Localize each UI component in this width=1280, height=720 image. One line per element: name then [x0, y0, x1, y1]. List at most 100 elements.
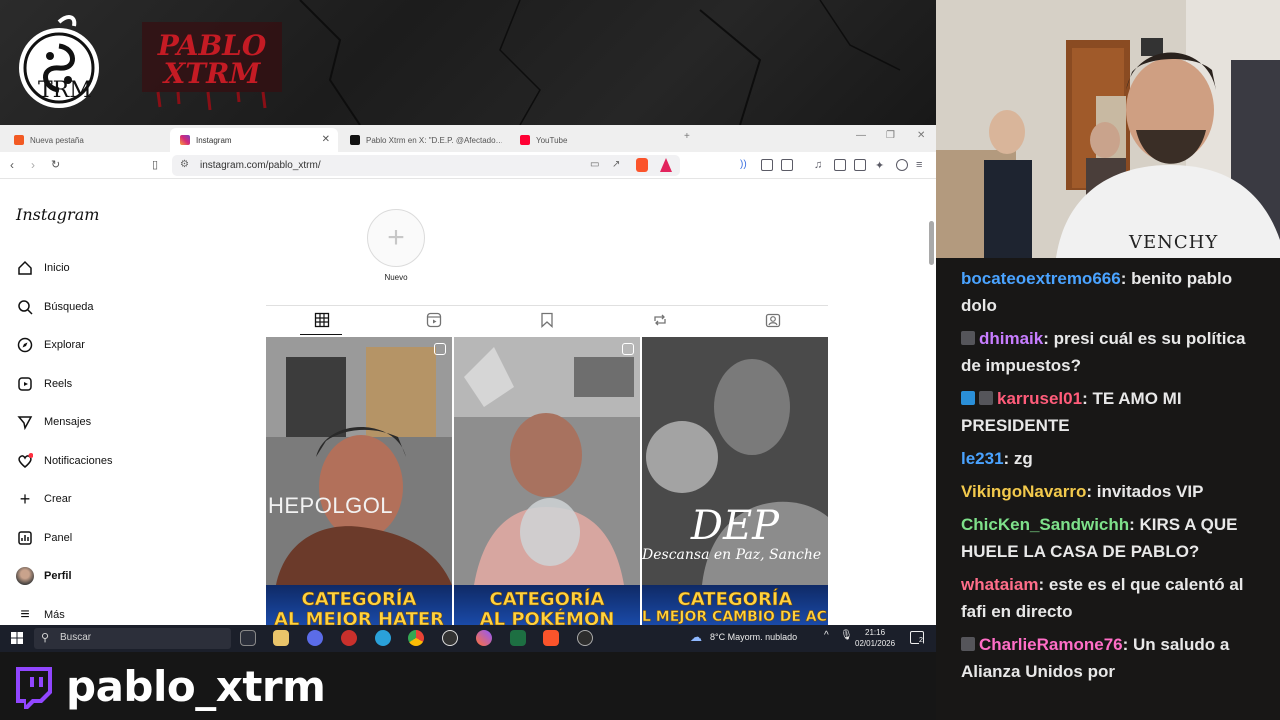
windows-taskbar: ⚲ Buscar ☁ 8°C Mayorm. nublado ^ 🎙 21:16… [0, 625, 936, 652]
post-thumbnail[interactable]: HEPOLGOL [266, 337, 452, 585]
tab-label: Nueva pestaña [30, 135, 84, 145]
app-icon[interactable] [341, 630, 357, 646]
share-icon[interactable]: ↗ [612, 159, 620, 170]
badge-icon [961, 331, 975, 345]
chat-username[interactable]: whataiam [961, 575, 1038, 594]
taskbar-search[interactable]: ⚲ Buscar [34, 628, 231, 649]
media-player-icon[interactable] [442, 630, 458, 646]
obs-icon[interactable] [577, 630, 593, 646]
cast-icon[interactable]: ▭ [590, 159, 599, 170]
nav-label: Crear [44, 493, 72, 505]
banner-text: CATEGORÍA [489, 589, 605, 611]
site-settings-icon[interactable]: ⚙ [180, 159, 189, 170]
weather-text[interactable]: 8°C Mayorm. nublado [710, 632, 797, 642]
tray-chevron-icon[interactable]: ^ [824, 630, 829, 641]
chart-icon [16, 529, 34, 547]
chat-username[interactable]: le231 [961, 449, 1004, 468]
taskbar-clock[interactable]: 21:16 02/01/2026 [855, 627, 895, 649]
nav-item-explorar[interactable]: Explorar [16, 334, 85, 356]
logo-title-text: PABLO XTRM [157, 29, 267, 90]
url-bar[interactable]: ⚙ instagram.com/pablo_xtrm/ ▭ ↗ [172, 155, 680, 176]
leo-icon[interactable]: )) [740, 159, 752, 171]
excel-icon[interactable] [510, 630, 526, 646]
tagged-icon[interactable] [765, 312, 781, 328]
nav-item-notificaciones[interactable]: Notificaciones [16, 450, 112, 472]
wallet-icon[interactable] [781, 159, 793, 171]
tab-youtube[interactable]: YouTube [510, 128, 678, 152]
forward-icon[interactable]: › [31, 158, 35, 172]
instagram-icon [180, 135, 190, 145]
instagram-logo[interactable]: Instagram [16, 205, 99, 224]
bookmark-icon[interactable]: ▯ [152, 158, 158, 171]
chat-username[interactable]: ChicKen_Sandwichh [961, 515, 1129, 534]
post-thumbnail[interactable]: CATEGORÍA AL MEJOR HATER [266, 585, 452, 625]
post-thumbnail[interactable]: CATEGORÍA L MEJOR CAMBIO DE ACEIT [642, 585, 828, 625]
reposts-icon[interactable] [652, 312, 668, 328]
nav-item-reels[interactable]: Reels [16, 373, 72, 395]
new-highlight-button[interactable]: + [367, 209, 425, 267]
tab-x[interactable]: Pablo Xtrm en X: "D.E.P. @Afectado… [340, 128, 508, 152]
page-scrollbar[interactable] [929, 221, 934, 265]
banner-text: CATEGORÍA [677, 589, 793, 611]
windows-start-icon[interactable] [11, 632, 23, 644]
saved-icon[interactable] [539, 312, 555, 328]
nav-item-mensajes[interactable]: Mensajes [16, 411, 91, 433]
sidebar-icon[interactable] [834, 159, 846, 171]
vpn-icon[interactable] [896, 159, 908, 171]
task-view-icon[interactable] [240, 630, 256, 646]
brave-shields-icon[interactable] [636, 158, 648, 172]
chat-message: whataiam: este es el que calentó al fafi… [936, 571, 1280, 625]
close-icon[interactable]: ✕ [322, 134, 330, 145]
chat-username[interactable]: bocateoextremo666 [961, 269, 1121, 288]
chat-message: ChicKen_Sandwichh: KIRS A QUE HUELE LA C… [936, 511, 1280, 565]
maximize-icon[interactable]: ❐ [886, 130, 895, 141]
address-toolbar: ‹ › ↻ ▯ ⚙ instagram.com/pablo_xtrm/ ▭ ↗ … [0, 152, 936, 179]
file-explorer-icon[interactable] [273, 630, 289, 646]
chat-username[interactable]: VikingoNavarro [961, 482, 1086, 501]
wallet-icon[interactable] [854, 159, 866, 171]
nav-label: Perfil [44, 570, 72, 582]
new-highlight-label: Nuevo [384, 273, 408, 282]
ai-icon[interactable]: ✦ [875, 159, 887, 172]
new-tab-button[interactable]: + [684, 131, 690, 142]
notification-count: 2 [919, 637, 923, 644]
nav-item-busqueda[interactable]: Búsqueda [16, 296, 94, 318]
brave-rewards-icon[interactable] [660, 158, 672, 172]
telegram-icon[interactable] [375, 630, 391, 646]
post-thumbnail[interactable] [454, 337, 640, 585]
menu-icon[interactable]: ≡ [916, 159, 928, 171]
back-icon[interactable]: ‹ [10, 158, 14, 172]
media-icon[interactable]: ♫ [814, 159, 826, 171]
tab-new[interactable]: Nueva pestaña [4, 128, 168, 152]
url-text[interactable]: instagram.com/pablo_xtrm/ [200, 160, 321, 171]
minimize-icon[interactable]: — [856, 130, 866, 141]
post-thumbnail[interactable]: DEP Descansa en Paz, Sanche [642, 337, 828, 585]
chat-username[interactable]: dhimaik [979, 329, 1043, 348]
prime-badge-icon [961, 391, 975, 405]
tab-instagram[interactable]: Instagram ✕ [170, 128, 338, 152]
nav-item-mas[interactable]: ≡ Más [16, 604, 65, 625]
tab-label: Pablo Xtrm en X: "D.E.P. @Afectado… [366, 135, 502, 145]
chat-username[interactable]: karrusel01 [997, 389, 1082, 408]
chat-username[interactable]: CharlieRamone76 [979, 635, 1123, 654]
nav-item-crear[interactable]: + Crear [16, 488, 72, 510]
microphone-icon[interactable]: 🎙 [840, 630, 853, 641]
nav-item-perfil[interactable]: Perfil [16, 565, 72, 587]
reload-icon[interactable]: ↻ [51, 158, 60, 171]
extensions-icon[interactable] [761, 159, 773, 171]
nav-item-panel[interactable]: Panel [16, 527, 72, 549]
nav-label: Más [44, 609, 65, 621]
brave-icon[interactable] [543, 630, 559, 646]
firefox-icon[interactable] [476, 630, 492, 646]
close-window-icon[interactable]: ✕ [917, 130, 925, 141]
nav-label: Panel [44, 532, 73, 544]
tab-strip: Nueva pestaña Instagram ✕ Pablo Xtrm en … [0, 125, 936, 152]
profile-tabs [266, 305, 828, 335]
nav-label: Inicio [44, 262, 70, 274]
nav-item-inicio[interactable]: Inicio [16, 257, 70, 279]
discord-icon[interactable] [307, 630, 323, 646]
reels-tab-icon[interactable] [426, 312, 442, 328]
post-thumbnail[interactable]: CATEGORÍA AL POKÉMON [454, 585, 640, 625]
chrome-icon[interactable] [408, 630, 424, 646]
grid-icon[interactable] [314, 312, 330, 328]
